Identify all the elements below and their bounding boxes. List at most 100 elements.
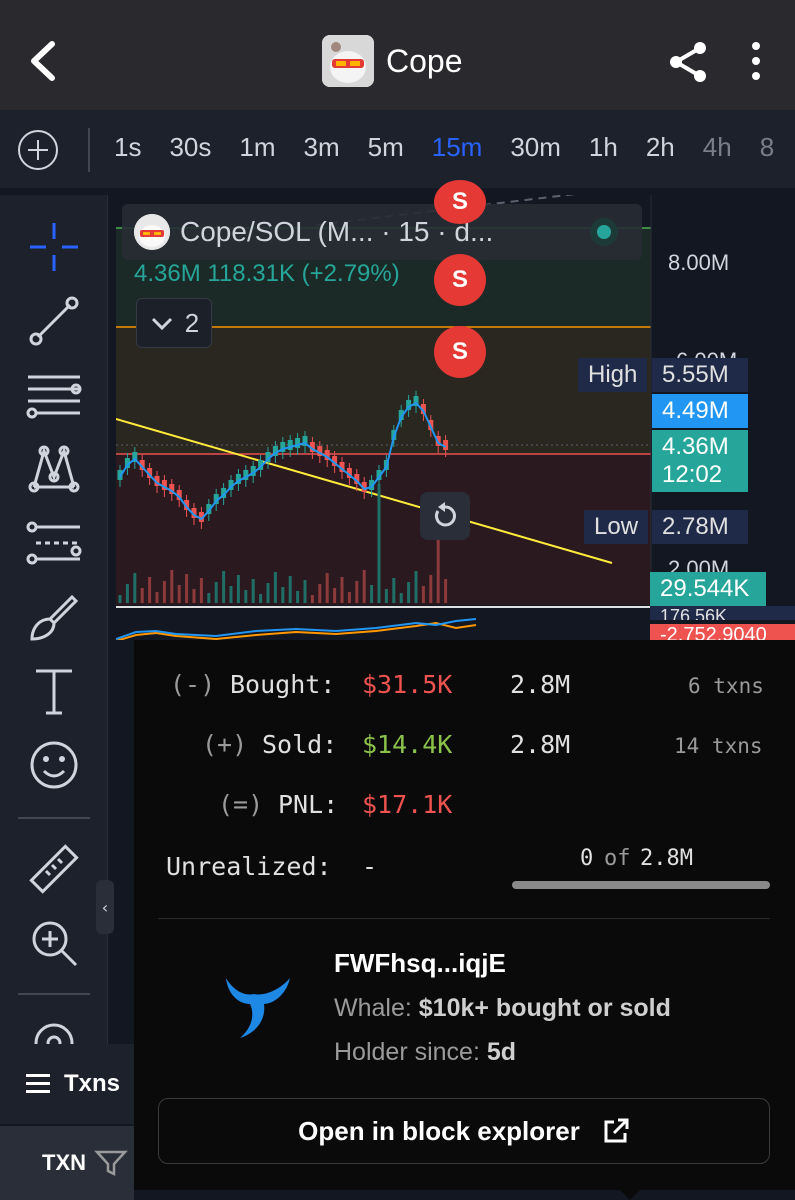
timeframe-1m[interactable]: 1m — [239, 132, 275, 163]
bought-usd: $31.5K — [362, 670, 453, 699]
bought-label: Bought: — [230, 670, 336, 699]
zoom-in-icon — [32, 921, 78, 967]
high-label: High — [578, 358, 648, 392]
timeframe-15m[interactable]: 15m — [432, 132, 483, 163]
table-header: TXN — [0, 1126, 134, 1200]
reset-chart-button[interactable] — [420, 492, 470, 540]
indicator-count: 2 — [184, 307, 200, 338]
add-timeframe-button[interactable] — [18, 130, 58, 170]
txn-column-header[interactable]: TXN — [42, 1149, 128, 1177]
text-tool[interactable] — [26, 663, 82, 719]
fib-tool[interactable] — [26, 367, 82, 423]
sold-txns: 14 txns — [674, 734, 763, 758]
chevron-down-icon — [151, 317, 172, 331]
pnl-usd: $17.1K — [362, 790, 453, 819]
more-vertical-icon — [752, 42, 760, 80]
brush-icon — [30, 594, 79, 641]
ohlc-summary: 4.36M 118.31K (+2.79%) — [134, 260, 400, 287]
brush-tool[interactable] — [26, 589, 82, 645]
pnl-sign: (=) — [218, 790, 264, 819]
menu-icon — [26, 1074, 50, 1094]
open-block-explorer-button[interactable]: Open in block explorer — [158, 1098, 770, 1164]
chevron-left-icon: ‹ — [101, 897, 109, 917]
timeframe-30m[interactable]: 30m — [510, 132, 561, 163]
trend-line-tool[interactable] — [26, 293, 82, 349]
share-icon — [670, 42, 706, 82]
timeframe-list: 1s 30s 1m 3m 5m 15m 30m 1h 2h 4h 8 — [114, 132, 795, 163]
ruler-tool[interactable] — [26, 841, 82, 897]
title-group: Cope — [322, 34, 463, 88]
back-button[interactable] — [24, 38, 64, 84]
bought-amount: 2.8M — [510, 670, 571, 699]
high-value: 5.55M — [652, 358, 748, 392]
share-button[interactable] — [664, 38, 712, 86]
filter-icon — [94, 1150, 128, 1177]
timeframe-1s[interactable]: 1s — [114, 132, 141, 163]
txn-column-label: TXN — [42, 1150, 86, 1175]
more-button[interactable] — [744, 40, 768, 84]
sell-signal[interactable]: S — [434, 326, 486, 378]
oscillator-tag: -2,752.9040 — [650, 624, 795, 640]
market-status-icon — [590, 218, 618, 246]
low-value: 2.78M — [652, 510, 748, 544]
timeframe-8h[interactable]: 8 — [760, 132, 774, 163]
sold-sign: (+) — [202, 730, 248, 759]
holding-progress-bar — [512, 881, 770, 889]
timeframe-2h[interactable]: 2h — [646, 132, 675, 163]
emoji-tool[interactable] — [26, 737, 82, 793]
pattern-tool[interactable] — [26, 441, 82, 497]
holder-since-value: 5d — [486, 1038, 517, 1066]
crosshair-tool[interactable] — [26, 219, 82, 275]
divider — [18, 817, 90, 819]
bought-txns: 6 txns — [688, 674, 764, 698]
divider — [18, 993, 90, 995]
external-link-icon — [604, 1118, 629, 1143]
smiley-icon — [30, 741, 78, 789]
sell-signal[interactable]: S — [434, 180, 486, 224]
volume-tag: 29.544K — [650, 572, 766, 606]
projection-tool[interactable] — [26, 515, 82, 571]
zoom-tool[interactable] — [26, 915, 82, 971]
token-avatar — [134, 214, 170, 250]
explorer-button-label: Open in block explorer — [298, 1115, 580, 1146]
toolbar-collapse-button[interactable]: ‹ — [96, 880, 114, 934]
timeframe-30s[interactable]: 30s — [169, 132, 211, 163]
held-amount: 0 — [580, 846, 594, 871]
timeframe-5m[interactable]: 5m — [368, 132, 404, 163]
divider — [158, 918, 770, 919]
holder-address[interactable]: FWFhsq...iqjE — [334, 948, 506, 979]
sold-usd: $14.4K — [362, 730, 453, 759]
last-price: 4.36M — [662, 433, 729, 460]
sold-amount: 2.8M — [510, 730, 571, 759]
held-of: of — [604, 846, 631, 871]
divider — [88, 128, 90, 172]
pnl-row: (=) PNL: $17.1K — [134, 790, 795, 830]
holder-popup: (-) Bought: $31.5K 2.8M 6 txns (+) Sold:… — [134, 640, 795, 1190]
price-axis-label: 8.00M — [668, 250, 730, 275]
chart-legend[interactable]: Cope/SOL (M... · 15 · d... — [122, 204, 642, 260]
ruler-icon — [29, 844, 79, 894]
timeframe-4h[interactable]: 4h — [703, 132, 732, 163]
token-avatar — [322, 35, 374, 87]
whale-criteria: $10k+ bought or sold — [418, 994, 671, 1022]
holder-since-prefix: Holder since: — [334, 1038, 480, 1066]
volume-axis-label: 176.56K — [650, 606, 795, 620]
price-tag-blue: 4.49M — [652, 394, 748, 428]
sold-label: Sold: — [262, 730, 338, 759]
page-title: Cope — [386, 42, 463, 79]
low-label: Low — [584, 510, 649, 544]
timeframe-3m[interactable]: 3m — [304, 132, 340, 163]
whale-description: Whale: $10k+ bought or sold — [334, 994, 671, 1023]
crosshair-icon — [30, 223, 78, 271]
tab-txns[interactable]: Txns — [26, 1070, 120, 1098]
timeframe-1h[interactable]: 1h — [589, 132, 618, 163]
reset-icon — [435, 502, 456, 527]
projection-icon — [26, 521, 82, 565]
bottom-tabs: Txns — [0, 1044, 134, 1124]
horizontal-lines-icon — [26, 375, 82, 419]
indicators-collapse-button[interactable]: 2 — [136, 298, 212, 348]
sell-signal[interactable]: S — [434, 254, 486, 306]
last-price-tag: 4.36M 12:02 — [652, 430, 748, 492]
chevron-left-icon — [31, 41, 55, 81]
trend-line-icon — [29, 296, 79, 346]
